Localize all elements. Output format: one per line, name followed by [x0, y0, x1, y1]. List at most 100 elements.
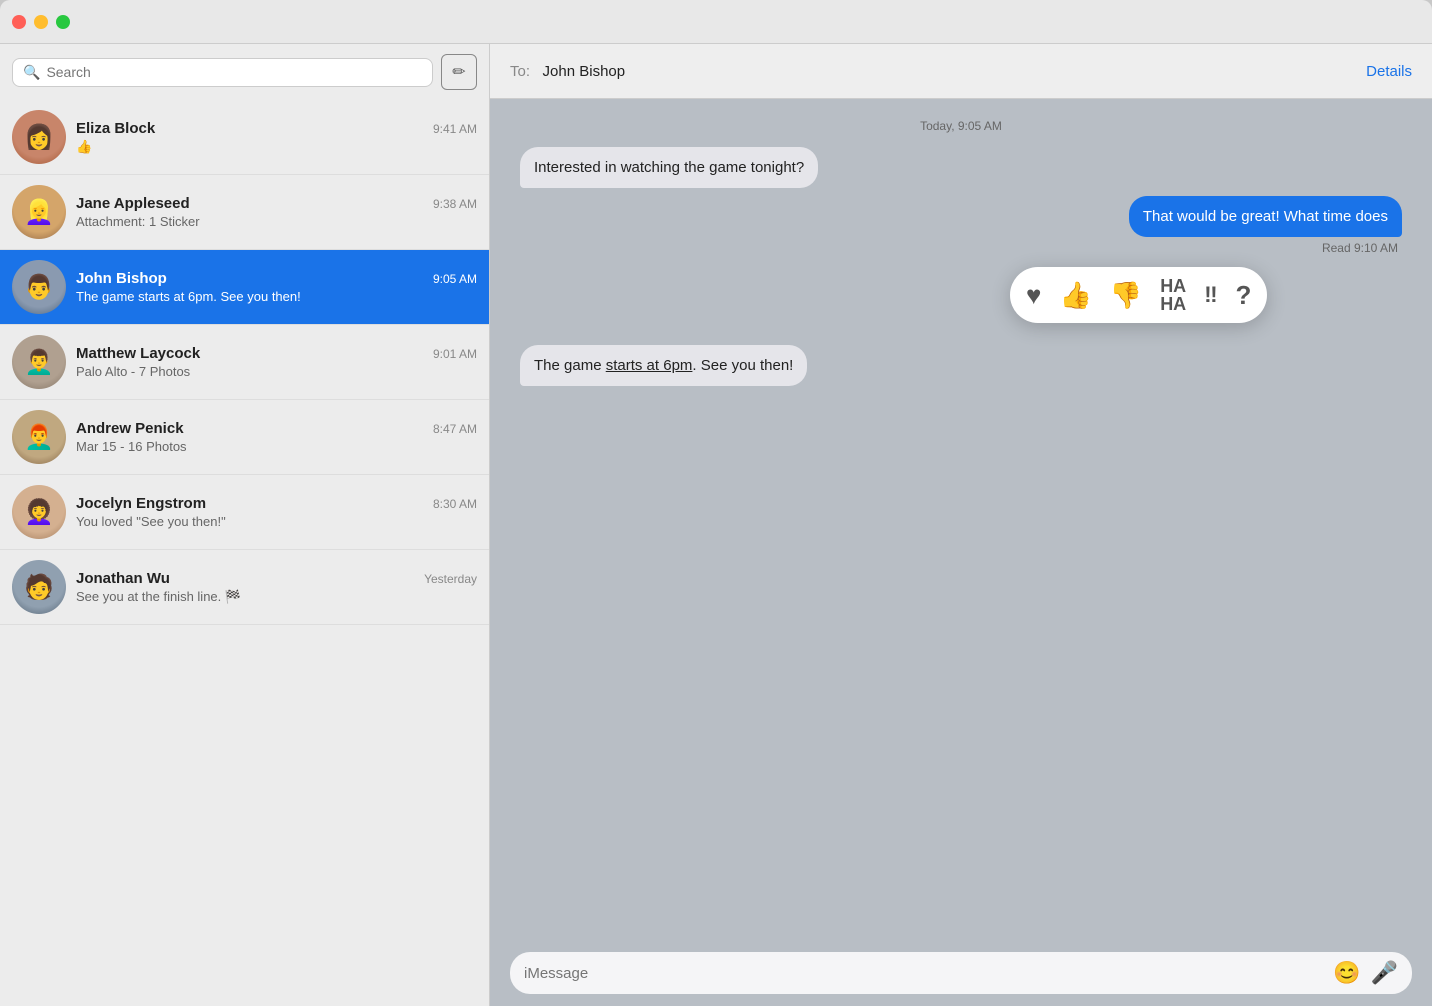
conv-preview: See you at the finish line. 🏁 — [76, 589, 477, 605]
conv-time: 9:01 AM — [433, 347, 477, 361]
conv-top: Jane Appleseed 9:38 AM — [76, 195, 477, 212]
conv-name: Eliza Block — [76, 120, 155, 137]
timestamp: Today, 9:05 AM — [520, 119, 1402, 133]
conv-info: Eliza Block 9:41 AM 👍 — [76, 120, 477, 155]
tapback-haha[interactable]: HAHA — [1160, 277, 1186, 313]
conv-info: Jane Appleseed 9:38 AM Attachment: 1 Sti… — [76, 195, 477, 229]
conv-name: Andrew Penick — [76, 420, 184, 437]
conv-time: 9:05 AM — [433, 272, 477, 286]
chat-to-name: John Bishop — [543, 63, 626, 80]
conversation-item-active[interactable]: 👨 John Bishop 9:05 AM The game starts at… — [0, 250, 489, 325]
chat-header: To: John Bishop Details — [490, 44, 1432, 99]
conv-top: Jonathan Wu Yesterday — [76, 570, 477, 587]
conv-info: Jonathan Wu Yesterday See you at the fin… — [76, 570, 477, 605]
message-bubble[interactable]: The game starts at 6pm. See you then! — [520, 345, 807, 386]
conversation-item[interactable]: 👨‍🦱 Matthew Laycock 9:01 AM Palo Alto - … — [0, 325, 489, 400]
conv-name: Jane Appleseed — [76, 195, 190, 212]
chat-to: To: John Bishop — [510, 63, 625, 80]
conv-time: Yesterday — [424, 572, 477, 586]
avatar: 👱‍♀️ — [12, 185, 66, 239]
conv-top: Eliza Block 9:41 AM — [76, 120, 477, 137]
message-row-received: Interested in watching the game tonight? — [520, 147, 1402, 188]
conv-info: Jocelyn Engstrom 8:30 AM You loved "See … — [76, 495, 477, 529]
message-text-underlined[interactable]: starts at 6pm — [606, 357, 693, 374]
conv-top: John Bishop 9:05 AM — [76, 270, 477, 287]
chat-to-label: To: — [510, 63, 530, 80]
minimize-button[interactable] — [34, 15, 48, 29]
read-receipt: Read 9:10 AM — [520, 241, 1402, 255]
conv-time: 9:41 AM — [433, 122, 477, 136]
input-box: 😊 🎤 — [510, 952, 1412, 994]
tapback-thumbs-down[interactable]: 👎 — [1110, 280, 1142, 311]
message-row-sent: That would be great! What time does — [520, 196, 1402, 237]
sidebar: 🔍 ✏ 👩 Eliza Block 9:41 AM 👍 — [0, 44, 490, 1006]
conv-name: Matthew Laycock — [76, 345, 200, 362]
avatar-face: 👨 — [12, 260, 66, 314]
avatar-face: 👨‍🦱 — [12, 335, 66, 389]
maximize-button[interactable] — [56, 15, 70, 29]
chat-input-area: 😊 🎤 — [490, 940, 1432, 1006]
title-bar — [0, 0, 1432, 44]
imessage-input[interactable] — [524, 965, 1323, 982]
message-row-received: The game starts at 6pm. See you then! — [520, 345, 1402, 386]
conv-info: John Bishop 9:05 AM The game starts at 6… — [76, 270, 477, 304]
conversation-item[interactable]: 🧑 Jonathan Wu Yesterday See you at the f… — [0, 550, 489, 625]
sidebar-header: 🔍 ✏ — [0, 44, 489, 100]
search-bar[interactable]: 🔍 — [12, 58, 433, 87]
conv-time: 8:30 AM — [433, 497, 477, 511]
conversation-item[interactable]: 👩‍🦱 Jocelyn Engstrom 8:30 AM You loved "… — [0, 475, 489, 550]
conv-time: 9:38 AM — [433, 197, 477, 211]
chat-area: To: John Bishop Details Today, 9:05 AM I… — [490, 44, 1432, 1006]
app-body: 🔍 ✏ 👩 Eliza Block 9:41 AM 👍 — [0, 44, 1432, 1006]
avatar-face: 👨‍🦰 — [12, 410, 66, 464]
compose-icon: ✏ — [452, 62, 465, 82]
conv-preview: You loved "See you then!" — [76, 514, 477, 529]
conv-name: John Bishop — [76, 270, 167, 287]
conv-preview: Palo Alto - 7 Photos — [76, 364, 477, 379]
tapback-heart[interactable]: ♥ — [1026, 280, 1041, 311]
tapback-thumbs-up[interactable]: 👍 — [1059, 280, 1091, 311]
conv-name: Jocelyn Engstrom — [76, 495, 206, 512]
message-text-before: The game — [534, 357, 606, 374]
search-icon: 🔍 — [23, 64, 40, 81]
avatar: 👨‍🦰 — [12, 410, 66, 464]
message-text-after: . See you then! — [692, 357, 793, 374]
tapback-popup[interactable]: ♥ 👍 👎 HAHA ‼ ? — [1010, 267, 1267, 323]
conv-top: Jocelyn Engstrom 8:30 AM — [76, 495, 477, 512]
message-bubble[interactable]: That would be great! What time does — [1129, 196, 1402, 237]
conversation-item[interactable]: 👨‍🦰 Andrew Penick 8:47 AM Mar 15 - 16 Ph… — [0, 400, 489, 475]
avatar-face: 👱‍♀️ — [12, 185, 66, 239]
mic-icon[interactable]: 🎤 — [1371, 960, 1398, 986]
conversation-item[interactable]: 👱‍♀️ Jane Appleseed 9:38 AM Attachment: … — [0, 175, 489, 250]
conv-preview: The game starts at 6pm. See you then! — [76, 289, 477, 304]
conversation-item[interactable]: 👩 Eliza Block 9:41 AM 👍 — [0, 100, 489, 175]
conv-time: 8:47 AM — [433, 422, 477, 436]
avatar-face: 🧑 — [12, 560, 66, 614]
conv-preview: 👍 — [76, 139, 477, 155]
conv-top: Matthew Laycock 9:01 AM — [76, 345, 477, 362]
search-input[interactable] — [46, 64, 422, 80]
traffic-lights — [12, 15, 70, 29]
message-bubble[interactable]: Interested in watching the game tonight? — [520, 147, 818, 188]
emoji-icon[interactable]: 😊 — [1333, 960, 1360, 986]
conv-top: Andrew Penick 8:47 AM — [76, 420, 477, 437]
avatar-face: 👩‍🦱 — [12, 485, 66, 539]
compose-button[interactable]: ✏ — [441, 54, 477, 90]
messages-container: Today, 9:05 AM Interested in watching th… — [490, 99, 1432, 940]
conv-preview: Mar 15 - 16 Photos — [76, 439, 477, 454]
conv-info: Andrew Penick 8:47 AM Mar 15 - 16 Photos — [76, 420, 477, 454]
avatar-face: 👩 — [12, 110, 66, 164]
details-button[interactable]: Details — [1366, 63, 1412, 80]
avatar: 👨‍🦱 — [12, 335, 66, 389]
avatar: 👩‍🦱 — [12, 485, 66, 539]
avatar: 👨 — [12, 260, 66, 314]
conv-preview: Attachment: 1 Sticker — [76, 214, 477, 229]
avatar: 👩 — [12, 110, 66, 164]
conv-info: Matthew Laycock 9:01 AM Palo Alto - 7 Ph… — [76, 345, 477, 379]
tapback-exclamation[interactable]: ‼ — [1204, 282, 1217, 308]
avatar: 🧑 — [12, 560, 66, 614]
close-button[interactable] — [12, 15, 26, 29]
conversation-list: 👩 Eliza Block 9:41 AM 👍 👱‍♀️ Jan — [0, 100, 489, 1006]
conv-name: Jonathan Wu — [76, 570, 170, 587]
tapback-question[interactable]: ? — [1235, 280, 1251, 311]
